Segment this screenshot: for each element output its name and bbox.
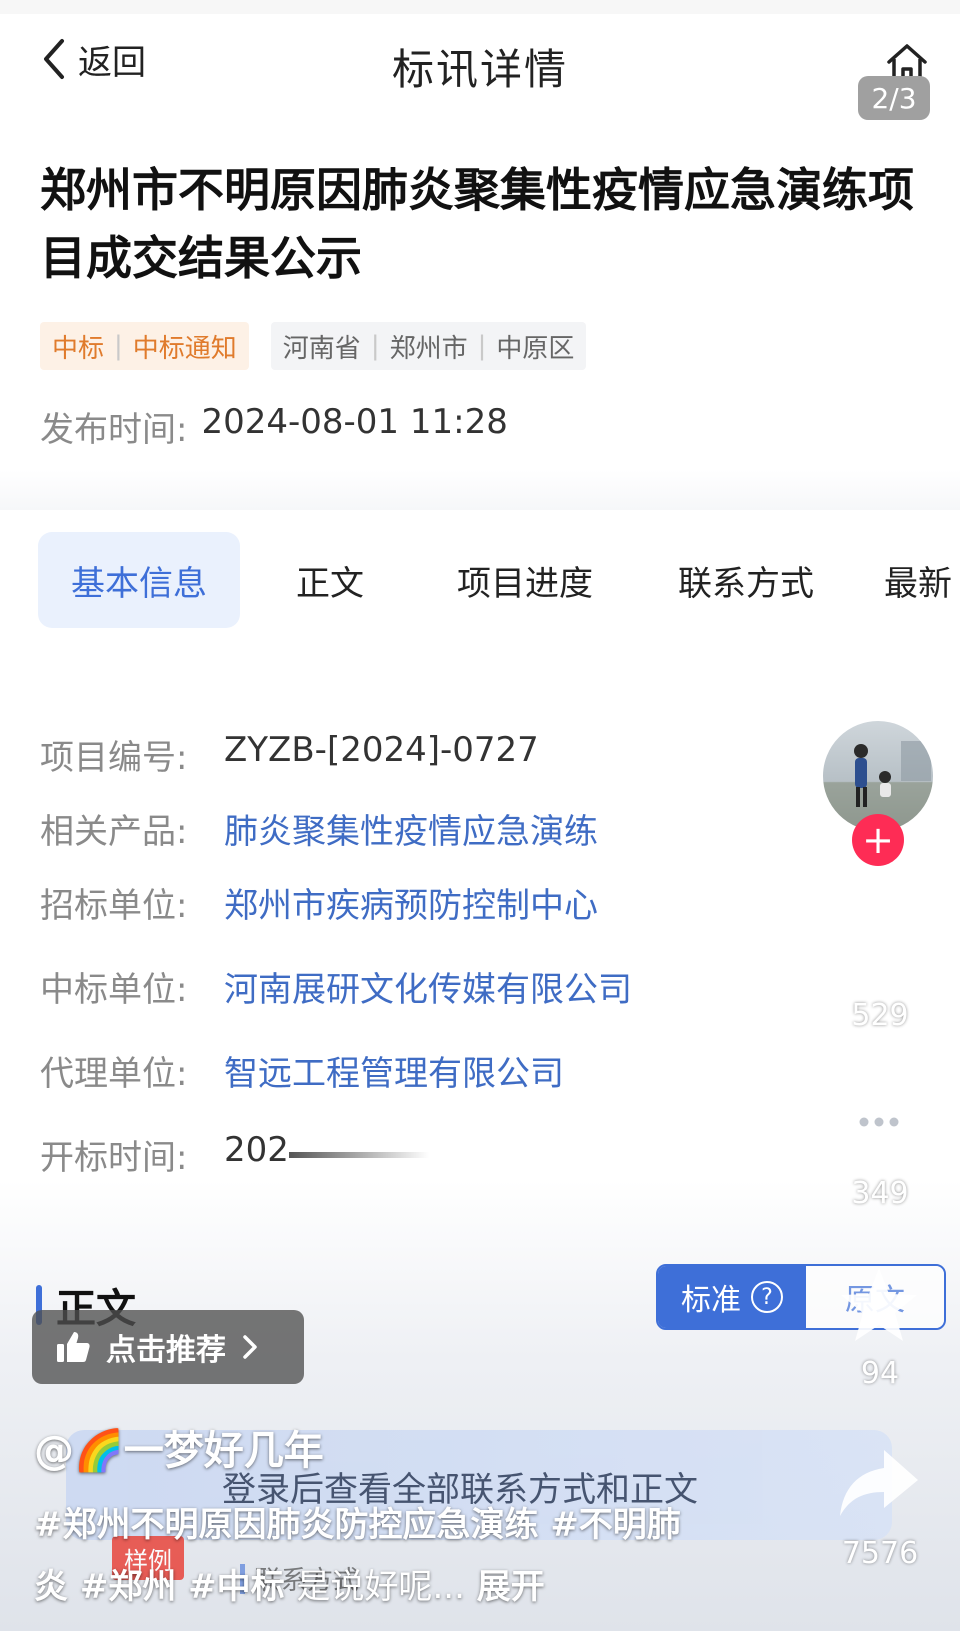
heart-icon[interactable] [836, 904, 922, 990]
tag-type-2: 中标通知 [132, 333, 237, 364]
related-product-link[interactable]: 肺炎聚集性疫情应急演练 [224, 804, 598, 853]
info-value: ZYZB-[2024]-0727 [224, 730, 539, 770]
info-value: 202 [224, 1130, 289, 1170]
info-row-tenderer: 招标单位: 郑州市疾病预防控制中心 [40, 878, 598, 927]
info-row-related-product: 相关产品: 肺炎聚集性疫情应急演练 [40, 804, 598, 853]
info-row-agency: 代理单位: 智远工程管理有限公司 [40, 1046, 564, 1095]
notice-title: 郑州市不明原因肺炎聚集性疫情应急演练项目成交结果公示 [40, 163, 914, 285]
star-favorite-icon[interactable] [836, 1262, 922, 1348]
author-username[interactable]: @🌈一梦好几年 [34, 1418, 324, 1476]
help-icon[interactable]: ? [751, 1281, 783, 1313]
publish-time-row: 发布时间: 2024-08-01 11:28 [40, 402, 508, 451]
info-row-project-number: 项目编号: ZYZB-[2024]-0727 [40, 730, 539, 779]
caption-expand-link[interactable]: 展开 [477, 1567, 545, 1607]
info-row-winner: 中标单位: 河南展研文化传媒有限公司 [40, 962, 632, 1011]
tag-type-1: 中标 [52, 333, 105, 364]
tab-basic-info[interactable]: 基本信息 [38, 532, 240, 628]
comment-count: 349 [851, 1176, 909, 1211]
info-label: 代理单位: [40, 1054, 188, 1094]
thumbs-up-icon [57, 1332, 90, 1362]
caption-text: 是说好呢... [296, 1567, 465, 1607]
tab-contact[interactable]: 联系方式 [630, 532, 862, 628]
winner-link[interactable]: 河南展研文化传媒有限公司 [224, 962, 632, 1011]
share-count: 7576 [841, 1536, 919, 1571]
section-divider [0, 470, 960, 510]
mode-standard-button[interactable]: 标准 ? [658, 1266, 806, 1328]
info-label: 开标时间: [40, 1138, 188, 1178]
tag-region-city: 郑州市 [389, 333, 468, 364]
tag-region-province: 河南省 [282, 333, 361, 364]
recommend-label: 点击推荐 [106, 1333, 226, 1368]
tab-latest[interactable]: 最新 [862, 532, 960, 628]
tab-project-progress[interactable]: 项目进度 [420, 532, 630, 628]
recommend-button[interactable]: 点击推荐 [32, 1310, 304, 1384]
page-title: 标讯详情 [391, 45, 568, 94]
mode-standard-label: 标准 [681, 1283, 741, 1318]
tag-separator: | [370, 331, 380, 361]
agency-link[interactable]: 智远工程管理有限公司 [224, 1046, 564, 1095]
video-caption: #郑州不明原因肺炎防控应急演练 #不明肺炎 #郑州 #中标 是说好呢... 展开 [34, 1494, 714, 1618]
tag-region[interactable]: 河南省 | 郑州市 | 中原区 [270, 322, 587, 370]
chevron-right-icon [243, 1335, 257, 1359]
detail-tabs: 基本信息 正文 项目进度 联系方式 最新 [0, 532, 960, 628]
like-count: 529 [851, 998, 909, 1033]
comment-icon[interactable] [836, 1082, 922, 1168]
notice-tags: 中标 | 中标通知 河南省 | 郑州市 | 中原区 [40, 322, 587, 370]
tag-region-district: 中原区 [496, 333, 575, 364]
blurred-value [288, 1152, 429, 1158]
tag-notice-type[interactable]: 中标 | 中标通知 [40, 322, 249, 370]
info-label: 招标单位: [40, 886, 188, 926]
image-page-indicator: 2/3 [858, 76, 930, 120]
tag-separator: | [477, 331, 487, 361]
share-icon[interactable] [836, 1442, 922, 1528]
tenderer-link[interactable]: 郑州市疾病预防控制中心 [224, 878, 598, 927]
tag-separator: | [114, 331, 123, 361]
info-label: 项目编号: [40, 738, 188, 778]
tab-body-text[interactable]: 正文 [240, 532, 420, 628]
info-label: 相关产品: [40, 812, 188, 852]
follow-button[interactable]: + [852, 814, 904, 866]
publish-time-label: 发布时间: [40, 410, 188, 450]
top-bar: 返回 标讯详情 [0, 14, 960, 100]
publish-time-value: 2024-08-01 11:28 [201, 402, 508, 442]
favorite-count: 94 [860, 1356, 900, 1391]
info-label: 中标单位: [40, 970, 188, 1010]
info-row-bid-opening: 开标时间: 202 [40, 1130, 429, 1179]
cropped-top-nav [0, 0, 960, 14]
